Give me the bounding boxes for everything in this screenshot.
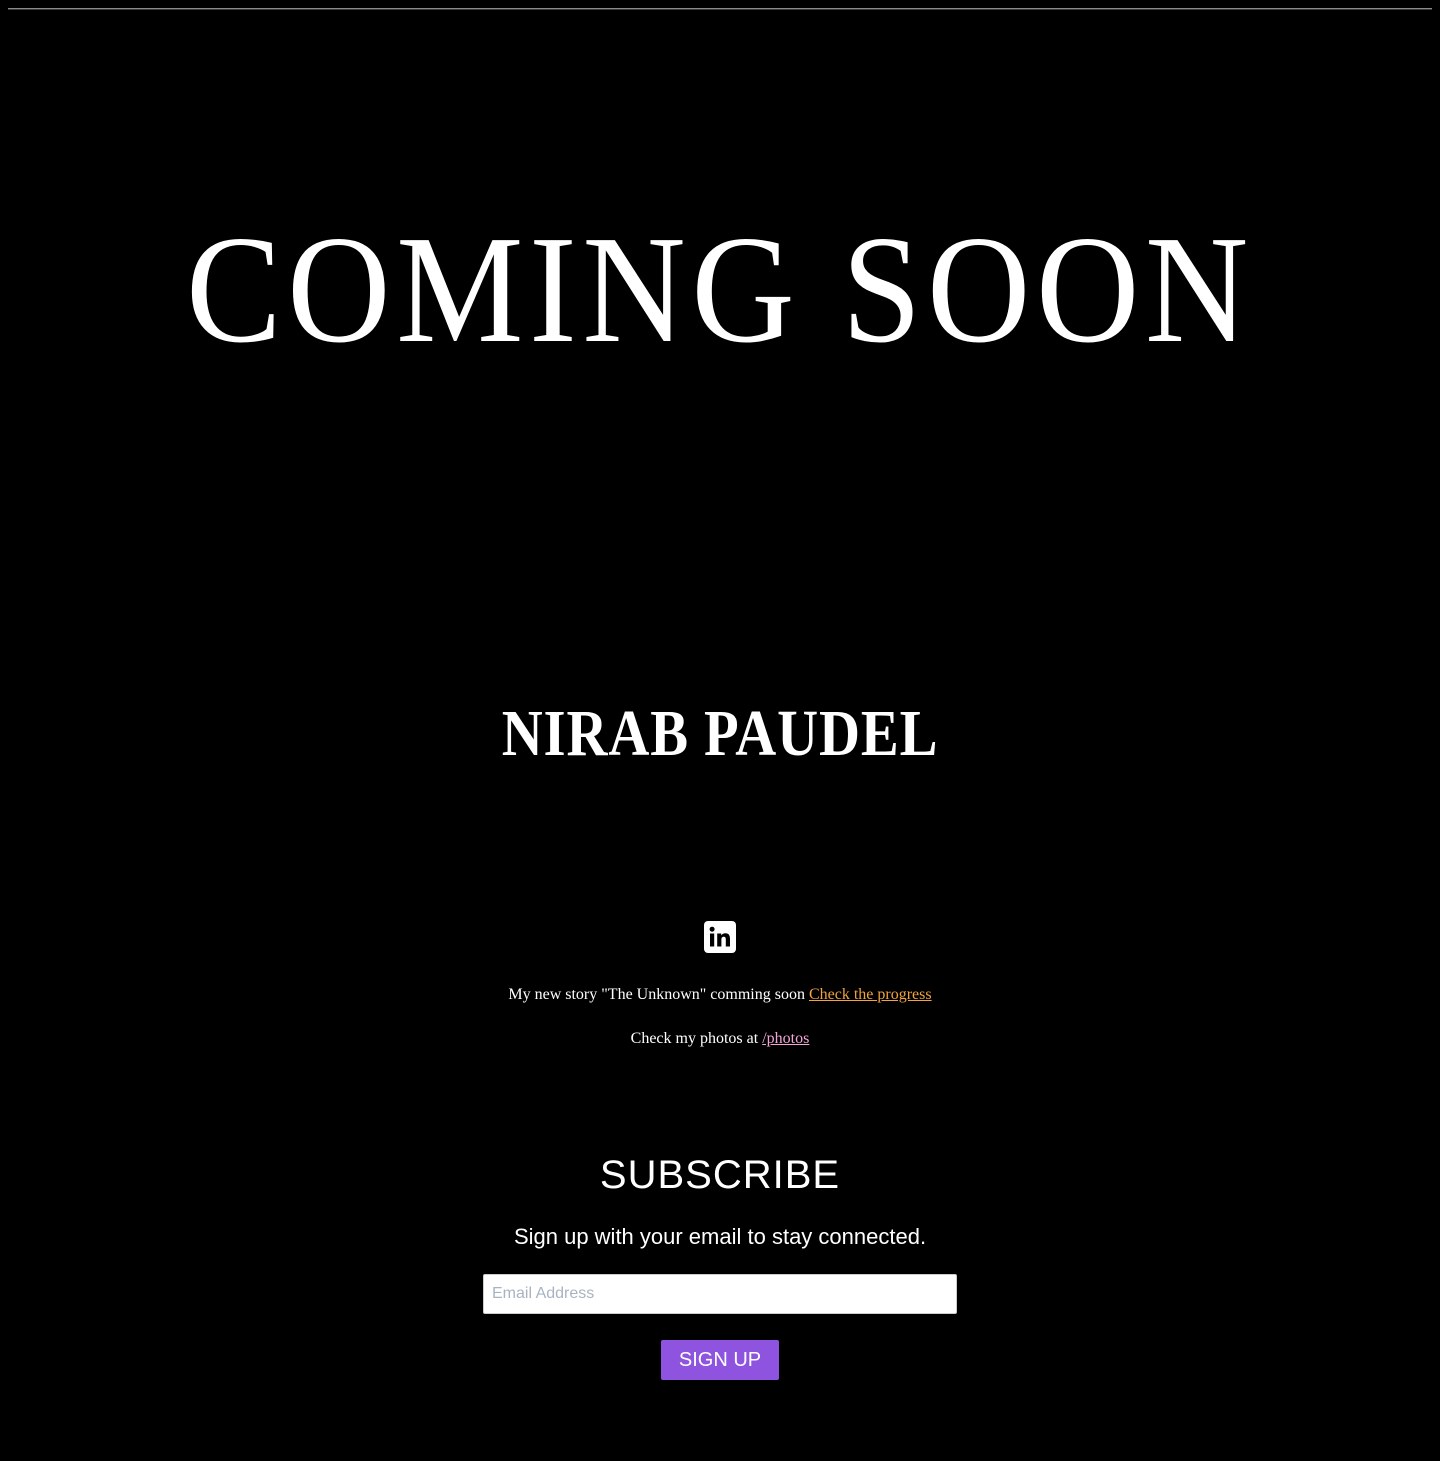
photos-link[interactable]: /photos	[762, 1030, 809, 1047]
story-announcement: My new story "The Unknown" comming soon …	[0, 985, 1440, 1005]
linkedin-icon	[704, 921, 736, 953]
sign-up-button[interactable]: SIGN UP	[661, 1340, 779, 1380]
photos-text: Check my photos at	[630, 1030, 763, 1047]
top-divider	[8, 8, 1432, 10]
story-text: My new story "The Unknown" comming soon	[508, 986, 809, 1003]
photos-line: Check my photos at /photos	[0, 1029, 1440, 1049]
check-progress-link[interactable]: Check the progress	[809, 986, 932, 1003]
linkedin-link[interactable]	[704, 921, 736, 953]
email-input[interactable]	[483, 1274, 957, 1314]
subscribe-heading: SUBSCRIBE	[599, 1153, 841, 1197]
subscribe-subtitle: Sign up with your email to stay connecte…	[513, 1224, 927, 1249]
coming-soon-title: COMING SOON	[186, 205, 1254, 375]
author-name: NIRAB PAUDEL	[501, 697, 939, 770]
